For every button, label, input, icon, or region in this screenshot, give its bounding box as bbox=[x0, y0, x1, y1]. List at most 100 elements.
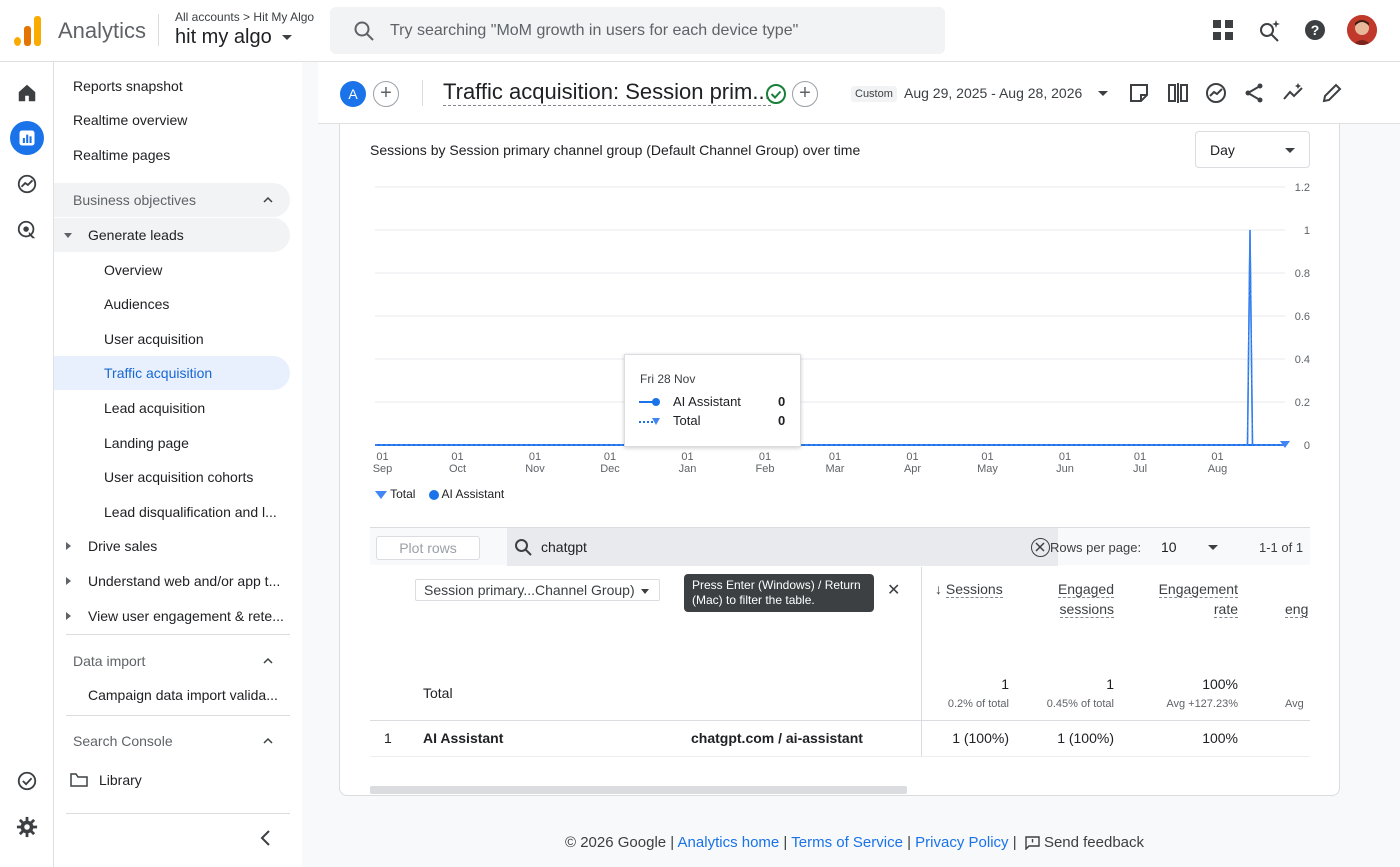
help-icon[interactable]: ? bbox=[1303, 18, 1327, 42]
table-toolbar: Plot rows chatgpt Rows per page: 10 1-1 … bbox=[370, 527, 1310, 566]
trend-sparkle-icon[interactable] bbox=[1282, 82, 1304, 104]
reports-button[interactable] bbox=[10, 121, 44, 155]
caret-down-icon bbox=[1285, 148, 1295, 153]
apps-grid-icon[interactable] bbox=[1211, 18, 1235, 42]
chevron-up-icon bbox=[263, 737, 273, 744]
nav-campaign-data-import[interactable]: Campaign data import valida... bbox=[54, 678, 278, 712]
nav-leads-overview[interactable]: Overview bbox=[54, 253, 162, 287]
y-tick-label: 0.4 bbox=[1295, 354, 1310, 366]
insights-icon[interactable] bbox=[1205, 82, 1227, 104]
home-button[interactable] bbox=[10, 76, 44, 110]
caret-down-icon bbox=[1208, 545, 1219, 551]
analytics-logo-icon[interactable] bbox=[14, 14, 42, 46]
close-icon[interactable]: ✕ bbox=[887, 580, 900, 600]
nav-leads-lead-acquisition[interactable]: Lead acquisition bbox=[54, 391, 205, 425]
advertising-button[interactable] bbox=[10, 213, 44, 247]
nav-understand-web[interactable]: Understand web and/or app t... bbox=[54, 564, 280, 598]
x-tick-label: 01 bbox=[1134, 451, 1146, 463]
nav-leads-audiences[interactable]: Audiences bbox=[54, 287, 169, 321]
edit-pencil-icon[interactable] bbox=[1321, 82, 1343, 104]
row-sessions: 1 (100%) bbox=[952, 730, 1009, 746]
nav-realtime-pages[interactable]: Realtime pages bbox=[54, 138, 170, 172]
column-engaged-sessions[interactable]: Engaged sessions bbox=[1039, 579, 1114, 619]
breadcrumb-property[interactable]: Hit My Algo bbox=[253, 10, 314, 24]
y-tick-label: 1.2 bbox=[1295, 182, 1310, 194]
nav-search-console[interactable]: Search Console bbox=[54, 724, 290, 758]
y-tick-label: 0.6 bbox=[1295, 311, 1310, 323]
ai-assistant-marker-icon bbox=[428, 489, 439, 500]
nav-reports-snapshot[interactable]: Reports snapshot bbox=[54, 69, 183, 103]
add-filter-button[interactable]: + bbox=[792, 81, 818, 107]
property-name: hit my algo bbox=[175, 26, 272, 48]
tooltip-series-value: 0 bbox=[778, 413, 786, 428]
breadcrumb-all-accounts[interactable]: All accounts bbox=[175, 10, 240, 24]
nav-label: Generate leads bbox=[88, 227, 184, 243]
plot-rows-button[interactable]: Plot rows bbox=[376, 536, 480, 560]
explore-button[interactable] bbox=[10, 167, 44, 201]
horizontal-scrollbar[interactable] bbox=[370, 786, 907, 794]
date-range-picker[interactable]: Aug 29, 2025 - Aug 28, 2026 bbox=[904, 85, 1109, 101]
nav-business-objectives[interactable]: Business objectives bbox=[54, 183, 290, 217]
row-engagement-rate: 100% bbox=[1202, 730, 1238, 746]
nav-leads-traffic-acquisition[interactable]: Traffic acquisition bbox=[54, 356, 290, 390]
column-engagement-truncated[interactable]: eng bbox=[1285, 599, 1310, 619]
property-selector[interactable]: hit my algo bbox=[175, 26, 293, 49]
note-icon[interactable] bbox=[1128, 82, 1150, 104]
nav-drive-sales[interactable]: Drive sales bbox=[54, 529, 157, 563]
date-range-text: Aug 29, 2025 - Aug 28, 2026 bbox=[904, 85, 1083, 101]
share-icon[interactable] bbox=[1243, 82, 1265, 104]
y-tick-label: 1 bbox=[1304, 225, 1310, 237]
nav-label: Landing page bbox=[104, 435, 189, 451]
compare-columns-icon[interactable] bbox=[1167, 82, 1189, 104]
x-tick-label: Mar bbox=[826, 463, 845, 475]
account-breadcrumb[interactable]: All accounts > Hit My Algo bbox=[175, 10, 314, 24]
granularity-value: Day bbox=[1210, 142, 1235, 158]
granularity-select[interactable]: Day bbox=[1195, 131, 1310, 168]
admin-checklist-button[interactable] bbox=[10, 764, 44, 798]
collapse-nav-icon[interactable] bbox=[259, 830, 273, 846]
nav-divider bbox=[66, 715, 290, 716]
breadcrumb-separator: > bbox=[243, 10, 251, 24]
analytics-home-link[interactable]: Analytics home bbox=[678, 834, 780, 851]
add-comparison-button[interactable]: + bbox=[373, 81, 399, 107]
sort-desc-icon: ↓ bbox=[935, 581, 942, 597]
privacy-link[interactable]: Privacy Policy bbox=[915, 834, 1008, 851]
nav-leads-lead-disqualification[interactable]: Lead disqualification and l... bbox=[54, 495, 277, 529]
terms-link[interactable]: Terms of Service bbox=[791, 834, 903, 851]
settings-button[interactable] bbox=[10, 810, 44, 844]
dimension-select[interactable]: Session primary...Channel Group) bbox=[415, 579, 660, 601]
clear-search-icon[interactable] bbox=[1031, 538, 1050, 557]
legend-label[interactable]: Total bbox=[390, 487, 415, 501]
nav-section-label: Data import bbox=[73, 653, 146, 669]
nav-divider bbox=[66, 634, 290, 635]
nav-data-import[interactable]: Data import bbox=[54, 644, 290, 678]
account-avatar[interactable] bbox=[1347, 15, 1377, 45]
chart-legend: Total AI Assistant bbox=[375, 487, 504, 501]
search-insights-icon[interactable] bbox=[1257, 18, 1281, 42]
nav-generate-leads[interactable]: Generate leads bbox=[54, 218, 290, 252]
nav-label: Traffic acquisition bbox=[104, 365, 213, 381]
report-title[interactable]: Traffic acquisition: Session prim... bbox=[443, 79, 771, 106]
nav-library[interactable]: Library bbox=[54, 763, 142, 797]
column-label: Engagement rate bbox=[1158, 581, 1238, 618]
nav-leads-user-acquisition[interactable]: User acquisition bbox=[54, 322, 204, 356]
nav-leads-user-acquisition-cohorts[interactable]: User acquisition cohorts bbox=[54, 460, 253, 494]
rows-per-page-select[interactable]: 10 bbox=[1161, 539, 1219, 555]
column-sessions[interactable]: ↓ Sessions bbox=[935, 579, 1003, 599]
nav-realtime-overview[interactable]: Realtime overview bbox=[54, 103, 187, 137]
search-bar[interactable]: Try searching "MoM growth in users for e… bbox=[330, 7, 945, 54]
x-tick-label: Jul bbox=[1133, 463, 1147, 475]
line-chart[interactable]: 00.20.40.60.811.201Sep01Oct01Nov01Dec01J… bbox=[340, 164, 1341, 514]
send-feedback-button[interactable]: Send feedback bbox=[1025, 834, 1144, 851]
comparison-badge[interactable]: A bbox=[340, 81, 366, 107]
legend-label[interactable]: AI Assistant bbox=[442, 487, 505, 501]
table-search[interactable]: chatgpt bbox=[507, 528, 1058, 566]
svg-text:?: ? bbox=[1311, 22, 1320, 38]
column-engagement-rate[interactable]: Engagement rate bbox=[1150, 579, 1238, 619]
row-channel[interactable]: AI Assistant bbox=[423, 730, 503, 746]
x-tick-label: Oct bbox=[449, 463, 466, 475]
nav-view-engagement[interactable]: View user engagement & rete... bbox=[54, 599, 284, 633]
x-tick-label: Jan bbox=[679, 463, 697, 475]
nav-leads-landing-page[interactable]: Landing page bbox=[54, 426, 189, 460]
row-source[interactable]: chatgpt.com / ai-assistant bbox=[691, 730, 863, 746]
